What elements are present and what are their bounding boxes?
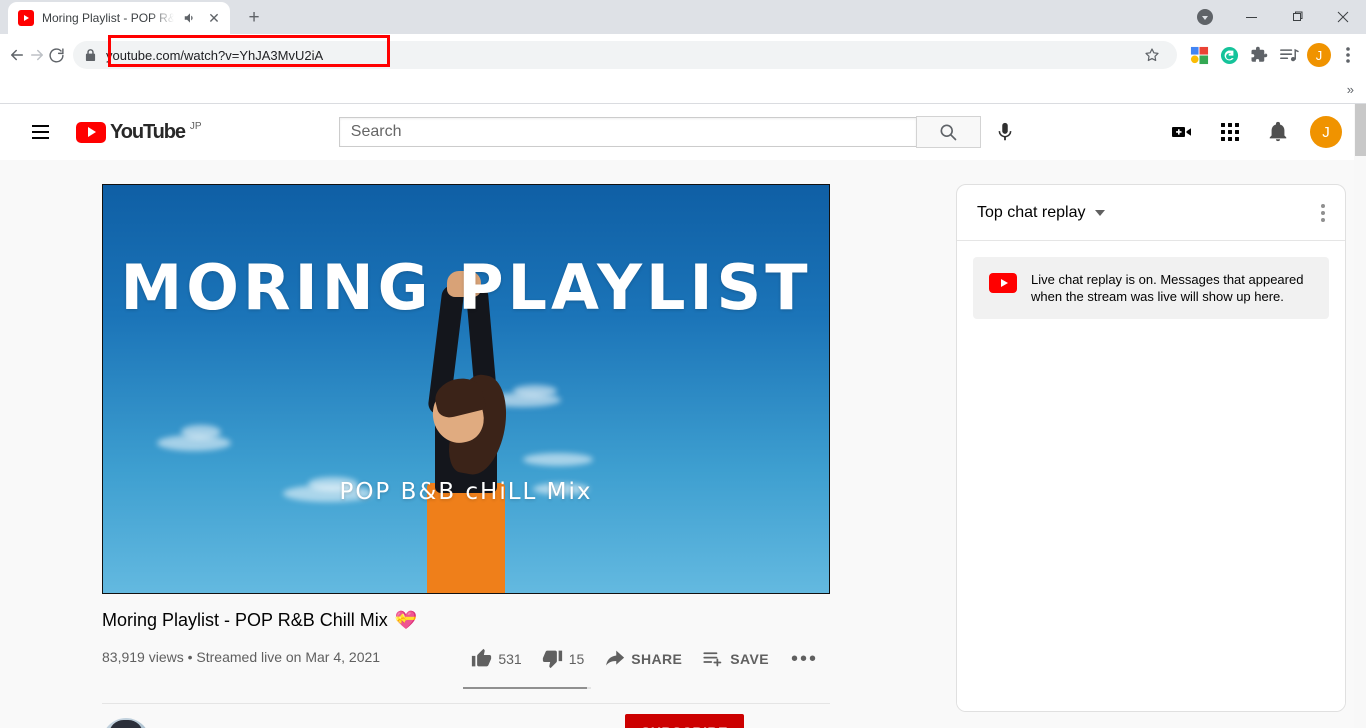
window-controls: [1182, 0, 1366, 34]
dislike-count: 15: [568, 650, 585, 667]
scrollbar-thumb[interactable]: [1355, 104, 1366, 156]
bookmark-star-icon[interactable]: [1139, 42, 1165, 68]
live-chat-panel: Top chat replay Live chat replay is on. …: [956, 184, 1346, 712]
close-icon[interactable]: ✕: [206, 11, 222, 25]
page-scrollbar[interactable]: [1354, 104, 1366, 728]
meta-separator: •: [187, 649, 193, 665]
video-player[interactable]: MORING PLAYLIST POP B&B cHiLL Mix: [102, 184, 830, 594]
close-button[interactable]: [1320, 0, 1366, 34]
primary-column: MORING PLAYLIST POP B&B cHiLL Mix Moring…: [102, 184, 932, 728]
avatar: J: [1310, 116, 1342, 148]
hamburger-menu-icon[interactable]: [20, 112, 60, 152]
like-count: 531: [498, 650, 522, 667]
download-indicator-button[interactable]: [1182, 0, 1228, 34]
masthead-right-icons: J: [1162, 112, 1346, 152]
microphone-icon[interactable]: [985, 112, 1025, 152]
chat-replay-notice: Live chat replay is on. Messages that ap…: [973, 257, 1329, 319]
youtube-favicon: [18, 10, 34, 26]
notifications-bell-icon[interactable]: [1258, 112, 1298, 152]
search-area: Search: [202, 112, 1162, 152]
bookmarks-bar: »: [0, 76, 1366, 104]
search-button[interactable]: [915, 116, 981, 148]
chrome-browser-window: Moring Playlist - POP R&B C ✕ +: [0, 0, 1366, 728]
thumbs-up-icon: [472, 648, 492, 667]
lock-icon: [85, 48, 97, 62]
view-count: 83,919 views: [102, 649, 184, 665]
address-bar-wrapper: youtube.com/watch?v=YhJA3MvU2iA: [73, 41, 1177, 69]
save-to-playlist-icon: [703, 652, 722, 667]
back-button[interactable]: [8, 40, 26, 70]
more-actions-button[interactable]: •••: [779, 646, 830, 672]
thumbnail-person-figure: [391, 271, 541, 593]
extension-icons: J: [1185, 41, 1363, 69]
share-label: SHARE: [631, 650, 683, 667]
address-bar[interactable]: youtube.com/watch?v=YhJA3MvU2iA: [73, 41, 1177, 69]
thumbs-down-icon: [542, 650, 562, 669]
youtube-country-code: JP: [189, 120, 202, 132]
youtube-logo-icon: [989, 273, 1017, 293]
channel-avatar[interactable]: [102, 718, 150, 728]
chrome-menu-kebab-icon[interactable]: [1335, 41, 1361, 69]
maximize-button[interactable]: [1274, 0, 1320, 34]
like-button[interactable]: 531: [461, 640, 531, 677]
tab-strip: Moring Playlist - POP R&B C ✕ +: [0, 0, 1366, 34]
share-arrow-icon: [606, 650, 625, 666]
video-stats: 83,919 views • Streamed live on Mar 4, 2…: [102, 640, 380, 665]
google-extension-icon[interactable]: [1185, 41, 1213, 69]
extensions-puzzle-icon[interactable]: [1245, 41, 1273, 69]
stream-date: Streamed live on Mar 4, 2021: [196, 649, 381, 665]
avatar: J: [1307, 43, 1331, 67]
chat-mode-selector[interactable]: Top chat replay: [977, 204, 1105, 222]
video-title-row: Moring Playlist - POP R&B Chill Mix 💝: [102, 610, 932, 631]
video-meta-row: 83,919 views • Streamed live on Mar 4, 2…: [102, 640, 830, 689]
browser-toolbar: youtube.com/watch?v=YhJA3MvU2iA J: [0, 34, 1366, 76]
browser-tab[interactable]: Moring Playlist - POP R&B C ✕: [8, 2, 230, 34]
channel-row: Top Music Forever SUBSCRIBE: [102, 704, 830, 728]
forward-button[interactable]: [28, 40, 46, 70]
account-avatar-button[interactable]: J: [1306, 112, 1346, 152]
secondary-column: Top chat replay Live chat replay is on. …: [956, 184, 1356, 728]
youtube-logo[interactable]: YouTube JP: [76, 120, 202, 143]
create-video-icon[interactable]: [1162, 112, 1202, 152]
save-label: SAVE: [730, 650, 769, 667]
heart-emoji-icon: 💝: [394, 610, 418, 630]
thumbnail-subtitle-text: POP B&B cHiLL Mix: [339, 479, 593, 505]
search-form: Search: [338, 116, 981, 148]
save-button[interactable]: SAVE: [692, 640, 779, 677]
page-body: MORING PLAYLIST POP B&B cHiLL Mix Moring…: [0, 160, 1366, 728]
youtube-logo-icon: [76, 121, 106, 143]
video-action-bar: 531 15 SHARE SAVE •••: [461, 640, 830, 689]
share-button[interactable]: SHARE: [594, 640, 692, 677]
chat-header: Top chat replay: [957, 185, 1345, 241]
page-title: Moring Playlist - POP R&B Chill Mix: [102, 610, 388, 630]
download-chevron-icon: [1197, 9, 1213, 25]
youtube-masthead: YouTube JP Search J: [0, 104, 1366, 160]
grammarly-extension-icon[interactable]: [1215, 41, 1243, 69]
minimize-button[interactable]: [1228, 0, 1274, 34]
new-tab-button[interactable]: +: [240, 4, 268, 32]
bookmarks-overflow-chevron-icon[interactable]: »: [1347, 82, 1354, 97]
playlist-queue-icon[interactable]: [1275, 41, 1303, 69]
thumbnail-title-text: MORING PLAYLIST: [120, 251, 812, 324]
dislike-button[interactable]: 15: [532, 640, 595, 677]
url-text: youtube.com/watch?v=YhJA3MvU2iA: [106, 47, 324, 63]
reload-button[interactable]: [48, 40, 65, 70]
chat-options-kebab-icon[interactable]: [1317, 198, 1329, 228]
search-input[interactable]: Search: [338, 117, 916, 147]
youtube-logo-text: YouTube: [110, 120, 186, 143]
chat-body: Live chat replay is on. Messages that ap…: [957, 241, 1345, 711]
speaker-playing-icon[interactable]: [182, 11, 198, 25]
youtube-apps-grid-icon[interactable]: [1210, 112, 1250, 152]
subscribe-button[interactable]: SUBSCRIBE: [625, 714, 744, 728]
chrome-profile-avatar[interactable]: J: [1305, 41, 1333, 69]
youtube-page: YouTube JP Search J MORING PLAYLIST POP …: [0, 104, 1366, 728]
tab-title: Moring Playlist - POP R&B C: [42, 11, 174, 25]
chat-replay-notice-text: Live chat replay is on. Messages that ap…: [1031, 272, 1304, 304]
chevron-down-icon: [1094, 209, 1105, 216]
like-ratio-bar: [463, 687, 592, 689]
chat-mode-label: Top chat replay: [977, 203, 1086, 221]
